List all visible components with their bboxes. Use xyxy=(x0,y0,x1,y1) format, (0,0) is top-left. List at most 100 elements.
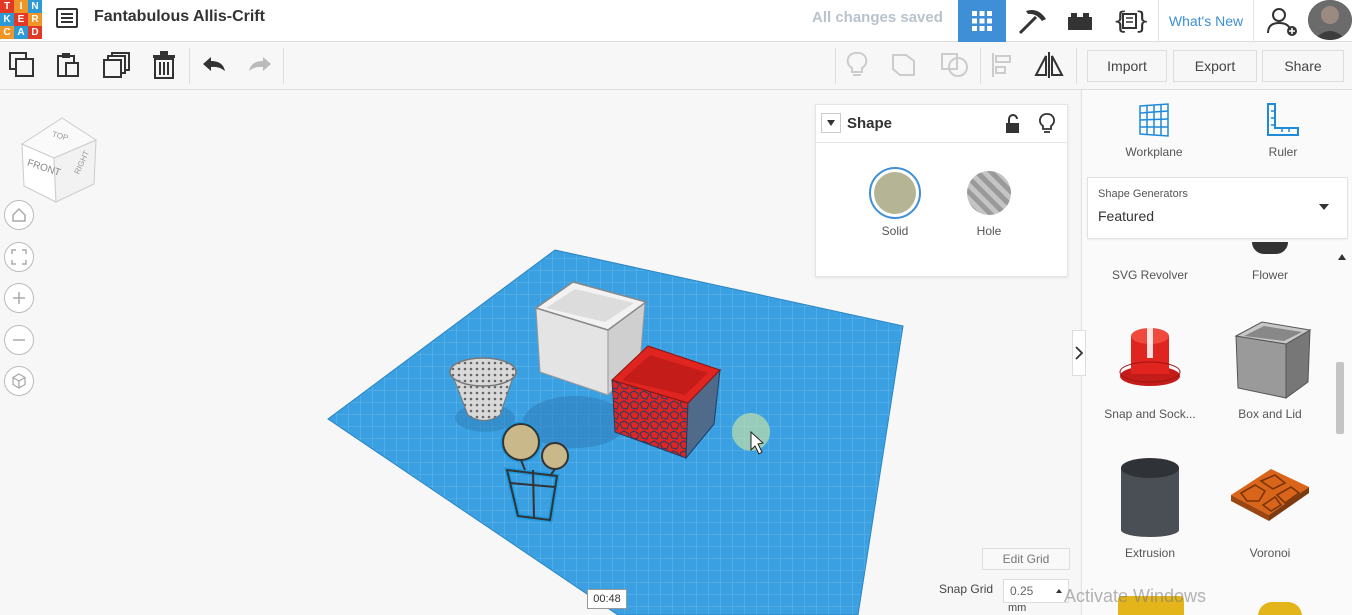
ruler-tool[interactable]: Ruler xyxy=(1232,102,1332,172)
inspector-title: Shape xyxy=(847,115,893,132)
home-view-button[interactable] xyxy=(4,200,34,230)
snap-grid-unit: mm xyxy=(1008,602,1027,614)
perspective-button[interactable] xyxy=(4,366,34,396)
box-and-lid-shape[interactable] xyxy=(1220,318,1320,408)
toolbar-divider xyxy=(189,48,190,84)
minecraft-view-button[interactable] xyxy=(1008,0,1056,42)
extrusion-shape[interactable] xyxy=(1100,454,1200,544)
fit-icon xyxy=(11,249,27,265)
shape-label-voronoi[interactable]: Voronoi xyxy=(1210,546,1330,560)
mirror-button[interactable] xyxy=(1032,48,1066,82)
logo-letter: D xyxy=(28,26,42,39)
shape-generators-value: Featured xyxy=(1098,208,1155,224)
project-title[interactable]: Fantabulous Allis-Crift xyxy=(94,8,265,26)
trash-icon xyxy=(153,51,175,79)
top-bar: T I N K E R C A D Fantabulous Allis-Crif… xyxy=(0,0,1352,42)
logo-letter: E xyxy=(14,13,28,26)
duplicate-icon xyxy=(103,52,130,78)
zoom-in-button[interactable] xyxy=(4,283,34,313)
shape-label-box-and-lid[interactable]: Box and Lid xyxy=(1210,407,1330,421)
fit-view-button[interactable] xyxy=(4,242,34,272)
import-button[interactable]: Import xyxy=(1087,50,1167,82)
workplane-icon xyxy=(1139,103,1169,137)
share-button[interactable]: Share xyxy=(1262,50,1344,82)
voronoi-shape[interactable] xyxy=(1220,465,1320,535)
panel-collapse-button[interactable] xyxy=(1072,330,1086,376)
add-user-icon xyxy=(1267,8,1297,36)
chevron-right-icon xyxy=(1075,346,1083,360)
svg-text:{: { xyxy=(1113,7,1127,35)
shape-generators-label: Shape Generators xyxy=(1098,188,1188,200)
copy-icon xyxy=(9,52,34,77)
toolbar-divider xyxy=(980,48,981,84)
shape-label-snap-and-socket[interactable]: Snap and Sock... xyxy=(1090,407,1210,421)
shape-label-svg-revolver[interactable]: SVG Revolver xyxy=(1090,268,1210,282)
snap-grid-value: 0.25 xyxy=(1010,584,1034,598)
hole-swatch[interactable] xyxy=(967,171,1011,215)
user-avatar[interactable] xyxy=(1308,0,1352,40)
pickaxe-icon xyxy=(1018,10,1046,35)
cube-icon xyxy=(12,373,26,389)
yellow-shape-partial xyxy=(1258,602,1302,615)
view-cube[interactable]: TOP FRONT RIGHT xyxy=(18,114,100,204)
snap-grid-select[interactable]: 0.25 xyxy=(1003,579,1069,603)
solid-color-fill xyxy=(874,172,916,214)
snap-grid-label: Snap Grid xyxy=(939,582,994,596)
redo-button[interactable] xyxy=(243,48,277,82)
copy-button[interactable] xyxy=(5,48,39,82)
ungroup-button[interactable] xyxy=(938,48,972,82)
recording-timer: 00:48 xyxy=(587,589,627,609)
duplicate-button[interactable] xyxy=(100,48,134,82)
lock-icon[interactable] xyxy=(1004,114,1022,134)
lightbulb-icon xyxy=(846,51,868,76)
delete-button[interactable] xyxy=(147,48,181,82)
whats-new-link[interactable]: What's New xyxy=(1158,0,1254,42)
invite-user-button[interactable] xyxy=(1258,0,1306,42)
align-button[interactable] xyxy=(986,48,1020,82)
caret-up-icon xyxy=(1056,589,1062,593)
tinkercad-logo[interactable]: T I N K E R C A D xyxy=(0,0,42,40)
flower-icon-partial xyxy=(1252,242,1288,254)
brick-icon xyxy=(1068,13,1092,30)
extrusion-icon xyxy=(1121,458,1179,537)
toolbar-divider xyxy=(1076,48,1077,84)
align-icon xyxy=(992,53,1011,77)
undo-button[interactable] xyxy=(197,48,231,82)
paste-button[interactable] xyxy=(51,48,85,82)
caret-down-icon xyxy=(1319,204,1329,210)
edit-grid-button[interactable]: Edit Grid xyxy=(982,548,1070,570)
solid-swatch[interactable] xyxy=(869,167,921,219)
bricks-view-button[interactable] xyxy=(1056,0,1104,42)
shape-inspector: Shape Solid Hole xyxy=(815,104,1068,277)
logo-letter: R xyxy=(28,13,42,26)
project-menu-icon[interactable] xyxy=(56,8,78,28)
shape-generators-dropdown[interactable]: Shape Generators Featured xyxy=(1087,177,1348,239)
logo-letter: A xyxy=(14,26,28,39)
solid-label: Solid xyxy=(881,224,909,238)
scroll-up-icon[interactable] xyxy=(1338,254,1346,260)
ruler-label: Ruler xyxy=(1268,145,1298,159)
ungroup-icon xyxy=(941,53,968,77)
zoom-out-button[interactable] xyxy=(4,325,34,355)
inspector-collapse-button[interactable] xyxy=(821,113,841,133)
logo-letter: C xyxy=(0,26,14,39)
lightbulb-icon[interactable] xyxy=(1039,113,1055,135)
shape-label-extrusion[interactable]: Extrusion xyxy=(1090,546,1210,560)
snap-and-socket-shape[interactable] xyxy=(1100,320,1200,420)
3d-design-view-button[interactable] xyxy=(958,0,1006,42)
workplane-tool[interactable]: Workplane xyxy=(1104,102,1204,172)
svg-text:}: } xyxy=(1135,7,1147,35)
group-button[interactable] xyxy=(888,48,922,82)
paste-icon xyxy=(57,53,79,77)
show-all-button[interactable] xyxy=(840,48,874,82)
logo-letter: N xyxy=(28,0,42,13)
export-button[interactable]: Export xyxy=(1173,50,1257,82)
codeblocks-view-button[interactable]: {} xyxy=(1106,0,1154,42)
codeblocks-icon: {} xyxy=(1113,7,1147,35)
box-and-lid-icon xyxy=(1234,321,1312,399)
toolbar-divider xyxy=(835,48,836,84)
activate-windows-watermark: Activate Windows xyxy=(1064,586,1207,606)
shape-label-flower[interactable]: Flower xyxy=(1210,268,1330,282)
panel-scrollbar[interactable] xyxy=(1336,362,1344,434)
logo-letter: I xyxy=(14,0,28,13)
